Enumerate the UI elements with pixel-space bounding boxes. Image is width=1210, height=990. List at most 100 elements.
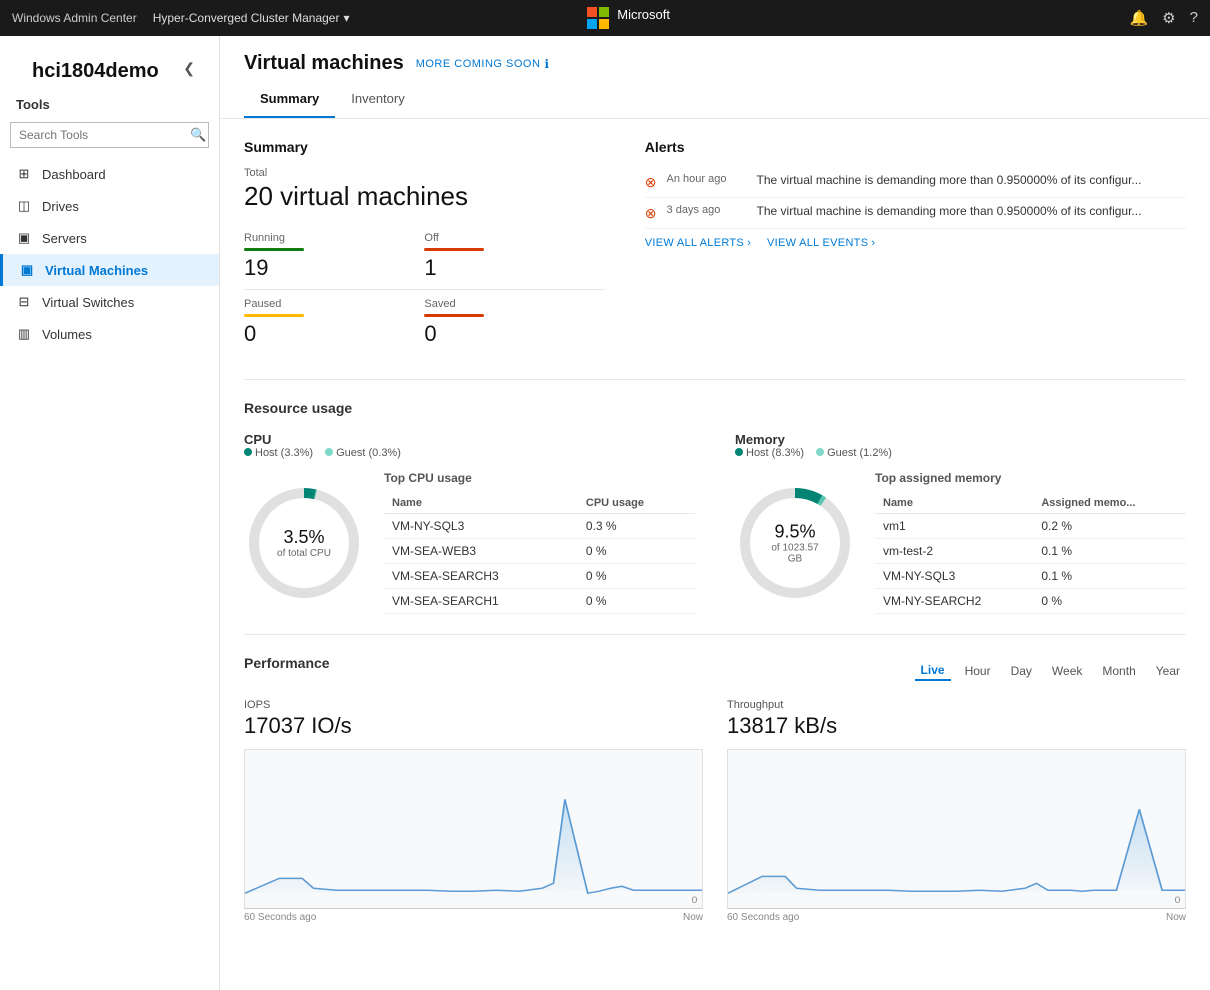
chevron-right-icon-2: › [871, 237, 875, 249]
sidebar-item-label-volumes: Volumes [42, 327, 92, 342]
throughput-chart: Throughput 13817 kB/s [727, 699, 1186, 923]
iops-chart-end: Now [683, 912, 703, 923]
tab-summary[interactable]: Summary [244, 83, 335, 118]
performance-charts: IOPS 17037 IO/s [244, 699, 1186, 923]
resource-grid: CPU Host (3.3%) Guest (0.3%) [244, 432, 1186, 614]
bell-icon[interactable]: 🔔 [1129, 9, 1148, 27]
search-tools-field[interactable]: 🔍 [10, 122, 209, 148]
cpu-col-name: Name [384, 493, 578, 514]
cpu-top-table: Top CPU usage Name CPU usage [384, 471, 695, 614]
cpu-col-usage: CPU usage [578, 493, 695, 514]
sidebar-item-drives[interactable]: ◫ Drives [0, 190, 219, 222]
sidebar-item-dashboard[interactable]: ⊞ Dashboard [0, 158, 219, 190]
cpu-top-title: Top CPU usage [384, 471, 695, 485]
topbar: Windows Admin Center Hyper-Converged Clu… [0, 0, 1210, 36]
table-row: VM-SEA-WEB3 0 % [384, 539, 695, 564]
cpu-sub: of total CPU [277, 548, 331, 559]
table-row: VM-NY-SQL3 0.1 % [875, 564, 1186, 589]
time-btn-month[interactable]: Month [1096, 662, 1141, 680]
time-btn-week[interactable]: Week [1046, 662, 1088, 680]
cpu-row1-value: 0.3 % [578, 514, 695, 539]
alert-text-1: The virtual machine is demanding more th… [757, 173, 1142, 187]
cpu-row3-value: 0 % [578, 564, 695, 589]
table-row: vm-test-2 0.1 % [875, 539, 1186, 564]
view-all-events-link[interactable]: VIEW ALL EVENTS › [767, 237, 875, 249]
alerts-panel: Alerts ⊗ An hour ago The virtual machine… [645, 139, 1186, 355]
cpu-row3-name: VM-SEA-SEARCH3 [384, 564, 578, 589]
memory-donut-label: 9.5% of 1023.57 GB [765, 521, 825, 564]
sidebar-item-virtual-machines[interactable]: ▣ Virtual Machines [0, 254, 219, 286]
tab-inventory[interactable]: Inventory [335, 83, 420, 118]
cpu-donut-chart: 3.5% of total CPU [244, 483, 364, 603]
cpu-host-dot [244, 448, 252, 456]
stat-off-value: 1 [424, 255, 592, 281]
tools-heading: Tools [0, 93, 219, 118]
alert-time-1: An hour ago [667, 173, 747, 185]
mem-row1-name: vm1 [875, 514, 1033, 539]
info-icon: ℹ [544, 57, 549, 71]
table-row: VM-NY-SQL3 0.3 % [384, 514, 695, 539]
table-row: VM-SEA-SEARCH3 0 % [384, 564, 695, 589]
cpu-host-legend: Host (3.3%) [255, 447, 313, 459]
mem-col-assigned: Assigned memo... [1033, 493, 1186, 514]
time-btn-live[interactable]: Live [915, 661, 951, 681]
time-btn-day[interactable]: Day [1005, 662, 1038, 680]
stat-paused-value: 0 [244, 321, 412, 347]
sidebar-item-label-vms: Virtual Machines [45, 263, 148, 278]
cpu-table: Name CPU usage VM-NY-SQL3 0.3 % [384, 493, 695, 614]
stat-off: Off 1 [424, 224, 604, 290]
cpu-label: CPU [244, 432, 695, 447]
sidebar-item-virtual-switches[interactable]: ⊟ Virtual Switches [0, 286, 219, 318]
mem-row4-name: VM-NY-SEARCH2 [875, 589, 1033, 614]
table-row: VM-NY-SEARCH2 0 % [875, 589, 1186, 614]
stat-off-bar [424, 248, 484, 251]
cpu-legend: Host (3.3%) Guest (0.3%) [244, 447, 695, 459]
search-tools-input[interactable] [11, 123, 182, 147]
stat-paused: Paused 0 [244, 290, 424, 355]
servers-icon: ▣ [16, 230, 32, 246]
sidebar-collapse-button[interactable]: ❮ [175, 56, 203, 81]
stat-running-value: 19 [244, 255, 412, 281]
cpu-row4-name: VM-SEA-SEARCH1 [384, 589, 578, 614]
mem-row1-value: 0.2 % [1033, 514, 1186, 539]
sidebar-item-label-servers: Servers [42, 231, 87, 246]
cpu-donut-container: 3.5% of total CPU Top CPU usage Name [244, 471, 695, 614]
sidebar-item-label-drives: Drives [42, 199, 79, 214]
search-icon: 🔍 [182, 123, 214, 147]
cpu-row4-value: 0 % [578, 589, 695, 614]
settings-icon[interactable]: ⚙ [1162, 9, 1175, 27]
sidebar-item-servers[interactable]: ▣ Servers [0, 222, 219, 254]
mem-row2-value: 0.1 % [1033, 539, 1186, 564]
help-icon[interactable]: ? [1190, 9, 1198, 27]
stat-paused-bar [244, 314, 304, 317]
mem-row3-value: 0.1 % [1033, 564, 1186, 589]
view-all-alerts-link[interactable]: VIEW ALL ALERTS › [645, 237, 751, 249]
throughput-chart-end: Now [1166, 912, 1186, 923]
time-btn-year[interactable]: Year [1150, 662, 1186, 680]
mem-row2-name: vm-test-2 [875, 539, 1033, 564]
topbar-icons: 🔔 ⚙ ? [1129, 9, 1197, 27]
iops-value: 17037 IO/s [244, 713, 703, 739]
alert-links: VIEW ALL ALERTS › VIEW ALL EVENTS › [645, 237, 1186, 249]
tabs: Summary Inventory [244, 83, 1186, 118]
total-label: Total [244, 167, 605, 179]
alert-icon-1: ⊗ [645, 174, 657, 191]
mem-guest-legend: Guest (1.2%) [827, 447, 892, 459]
virtual-switches-icon: ⊟ [16, 294, 32, 310]
summary-alerts-section: Summary Total 20 virtual machines Runnin… [244, 139, 1186, 380]
memory-top-table: Top assigned memory Name Assigned memo..… [875, 471, 1186, 614]
mem-row4-value: 0 % [1033, 589, 1186, 614]
sidebar-item-volumes[interactable]: ▥ Volumes [0, 318, 219, 350]
stat-saved-value: 0 [424, 321, 592, 347]
more-coming-label[interactable]: MORE COMING SOON ℹ [416, 57, 550, 71]
stat-running-bar [244, 248, 304, 251]
alert-text-2: The virtual machine is demanding more th… [757, 204, 1142, 218]
memory-top-title: Top assigned memory [875, 471, 1186, 485]
cpu-donut-label: 3.5% of total CPU [277, 527, 331, 559]
time-btn-hour[interactable]: Hour [959, 662, 997, 680]
stat-off-label: Off [424, 232, 592, 244]
svg-text:0: 0 [1175, 896, 1181, 906]
page-header: Virtual machines MORE COMING SOON ℹ Summ… [220, 36, 1210, 119]
content-area: Summary Total 20 virtual machines Runnin… [220, 119, 1210, 963]
throughput-label: Throughput [727, 699, 1186, 711]
